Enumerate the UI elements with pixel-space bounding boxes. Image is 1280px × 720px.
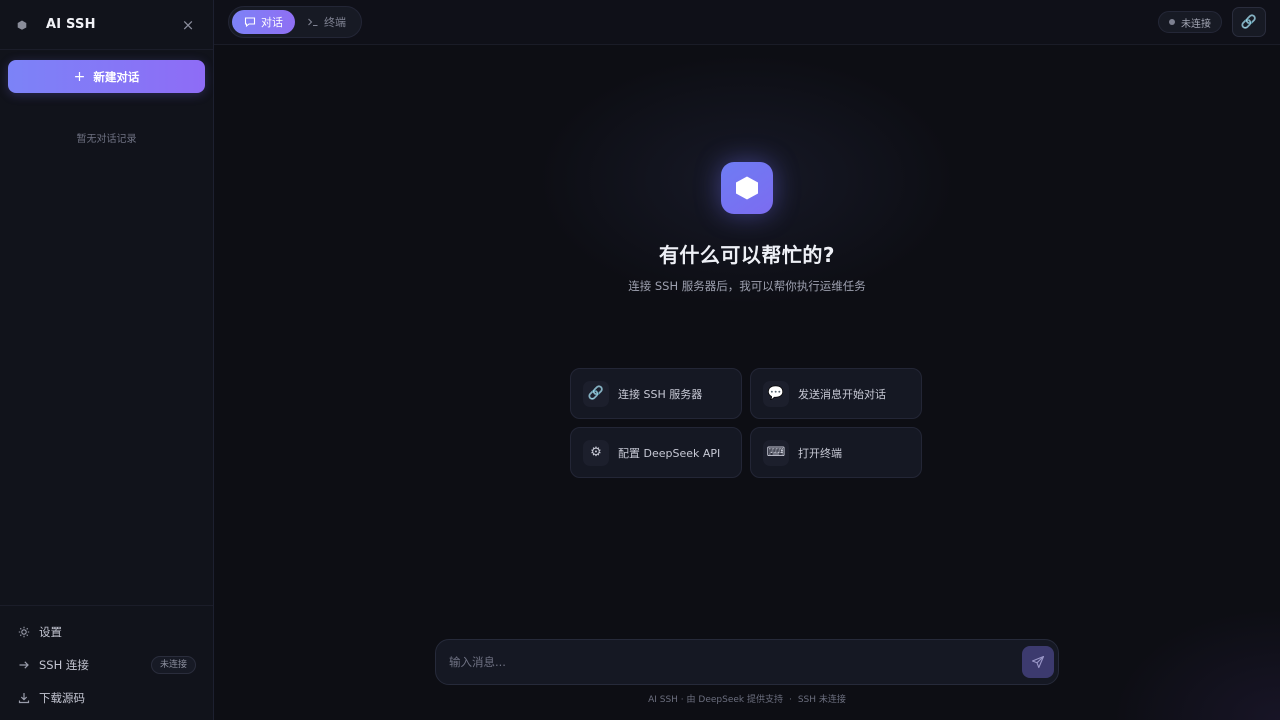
speech-bubble-icon: 💬 (763, 380, 789, 407)
tab-terminal[interactable]: 终端 (295, 10, 358, 34)
quick-action-open-terminal[interactable]: ⌨ 打开终端 (750, 427, 922, 478)
quick-action-connect-ssh[interactable]: 🔗 连接 SSH 服务器 (570, 368, 742, 419)
sidebar-header: AI SSH × (0, 0, 213, 50)
app-root: AI SSH × + 新建对话 暂无对话记录 设置 SSH 连接 未连接 下载源… (0, 0, 1280, 720)
powered-by-text: AI SSH · 由 DeepSeek 提供支持 (648, 695, 783, 705)
quick-action-label: 连接 SSH 服务器 (618, 387, 703, 401)
gear-icon: ⚙ (583, 439, 609, 466)
link-icon: 🔗 (583, 380, 609, 407)
quick-action-label: 打开终端 (798, 446, 842, 460)
link-icon: 🔗 (1240, 14, 1258, 30)
sidebar: AI SSH × + 新建对话 暂无对话记录 设置 SSH 连接 未连接 下载源… (0, 0, 214, 720)
new-chat-button[interactable]: + 新建对话 (8, 60, 205, 93)
topbar: 对话 终端 未连接 🔗 (214, 0, 1280, 45)
footer-separator: · (788, 695, 792, 705)
send-icon (1031, 655, 1045, 669)
quick-action-label: 配置 DeepSeek API (618, 446, 721, 460)
cube-logo-icon (721, 162, 773, 214)
main-area: 对话 终端 未连接 🔗 有什么可以帮忙的? 连接 SSH 服务器后，我可以帮你执… (214, 0, 1280, 720)
message-composer (435, 639, 1059, 685)
quick-action-config-api[interactable]: ⚙ 配置 DeepSeek API (570, 427, 742, 478)
ssh-status-text: SSH 未连接 (797, 695, 846, 705)
sun-settings-icon (18, 626, 30, 638)
sidebar-item-ssh[interactable]: SSH 连接 未连接 (0, 648, 213, 681)
welcome-hero: 有什么可以帮忙的? 连接 SSH 服务器后，我可以帮你执行运维任务 (214, 162, 1280, 294)
sidebar-item-settings[interactable]: 设置 (0, 615, 213, 648)
hero-subtitle: 连接 SSH 服务器后，我可以帮你执行运维任务 (628, 279, 866, 293)
tab-terminal-label: 终端 (324, 16, 346, 29)
status-dot-icon (1169, 19, 1175, 25)
cube-logo-icon (17, 20, 27, 30)
empty-history-text: 暂无对话记录 (76, 134, 137, 145)
quick-actions: 🔗 连接 SSH 服务器 💬 发送消息开始对话 ⚙ 配置 DeepSeek AP… (570, 368, 922, 478)
footer-note: AI SSH · 由 DeepSeek 提供支持 · SSH 未连接 (214, 692, 1280, 705)
download-icon (18, 692, 30, 704)
plus-icon: + (73, 68, 86, 85)
tab-chat[interactable]: 对话 (232, 10, 295, 34)
hero-title: 有什么可以帮忙的? (658, 243, 836, 267)
connection-status[interactable]: 未连接 (1158, 11, 1222, 33)
chat-icon (244, 16, 256, 28)
tab-chat-label: 对话 (261, 16, 283, 29)
quick-action-start-chat[interactable]: 💬 发送消息开始对话 (750, 368, 922, 419)
download-label: 下载源码 (39, 690, 85, 705)
terminal-icon (307, 16, 319, 28)
send-button[interactable] (1022, 646, 1054, 678)
keyboard-icon: ⌨ (763, 439, 789, 466)
mode-tabs: 对话 终端 (228, 6, 362, 38)
sidebar-footer: 设置 SSH 连接 未连接 下载源码 (0, 605, 213, 720)
app-title: AI SSH (46, 17, 96, 32)
message-input[interactable] (449, 655, 1022, 669)
quick-action-label: 发送消息开始对话 (798, 387, 886, 401)
ssh-label: SSH 连接 (39, 657, 89, 672)
arrow-right-icon (18, 659, 30, 671)
close-icon[interactable]: × (180, 16, 196, 34)
sidebar-item-download[interactable]: 下载源码 (0, 681, 213, 714)
new-chat-label: 新建对话 (93, 69, 140, 84)
settings-label: 设置 (39, 624, 62, 639)
connect-link-button[interactable]: 🔗 (1232, 7, 1266, 37)
ssh-status-badge: 未连接 (150, 655, 196, 674)
connection-status-label: 未连接 (1181, 18, 1211, 30)
